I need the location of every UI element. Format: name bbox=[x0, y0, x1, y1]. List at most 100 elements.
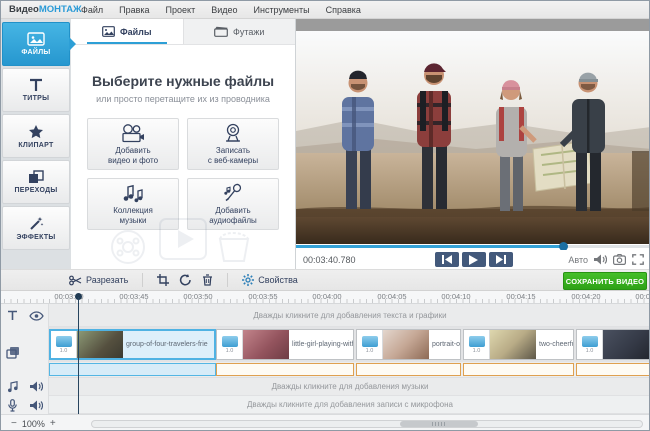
zoom-out-button[interactable]: − bbox=[11, 418, 17, 429]
music-track-gutter bbox=[1, 377, 49, 396]
voice-track[interactable]: Дважды кликните для добавления записи с … bbox=[49, 396, 650, 414]
auto-size-toggle[interactable]: Авто bbox=[568, 255, 588, 265]
crop-button[interactable] bbox=[157, 274, 169, 286]
tab-footage[interactable]: Футажи bbox=[184, 19, 296, 44]
clip-2[interactable]: 1.0 little-girl-playing-with-pupp bbox=[216, 329, 354, 360]
panel-heading: Выберите нужные файлы bbox=[71, 73, 295, 89]
menu-video[interactable]: Видео bbox=[203, 5, 245, 15]
clip-3-audio-strip[interactable] bbox=[356, 363, 461, 376]
clip-2-thumbnail bbox=[243, 330, 289, 359]
playback-controls: 00:03:40.780 Авто bbox=[296, 250, 650, 269]
clip-3-transition[interactable]: 1.0 bbox=[357, 330, 383, 359]
menu-edit[interactable]: Правка bbox=[111, 5, 157, 15]
zoom-in-button[interactable]: + bbox=[50, 418, 56, 429]
clip-2-audio-strip[interactable] bbox=[216, 363, 354, 376]
properties-button[interactable]: Свойства bbox=[242, 274, 298, 286]
transitions-icon bbox=[28, 170, 44, 184]
clip-5-thumbnail bbox=[603, 330, 649, 359]
movie-camera-icon bbox=[120, 123, 146, 143]
voice-track-gutter bbox=[1, 396, 49, 414]
timeline-ruler[interactable]: 00:03:40 00:03:45 00:03:50 00:03:55 00:0… bbox=[1, 291, 650, 304]
sidebar-item-transitions[interactable]: ПЕРЕХОДЫ bbox=[2, 160, 70, 204]
rotate-button[interactable] bbox=[179, 274, 192, 286]
app-window: ВидеоМОНТАЖ Файл Правка Проект Видео Инс… bbox=[0, 0, 650, 431]
text-track-gutter bbox=[1, 304, 49, 327]
menu-bar: ВидеоМОНТАЖ Файл Правка Проект Видео Инс… bbox=[1, 1, 650, 19]
clip-1-transition[interactable]: 1.0 bbox=[51, 331, 77, 358]
timeline: 00:03:40 00:03:45 00:03:50 00:03:55 00:0… bbox=[1, 291, 650, 431]
magic-wand-icon bbox=[28, 216, 44, 231]
music-track-mute-toggle[interactable] bbox=[25, 381, 49, 392]
add-video-photo-button[interactable]: Добавитьвидео и фото bbox=[87, 118, 179, 170]
clip-4-transition[interactable]: 1.0 bbox=[464, 330, 490, 359]
image-icon bbox=[102, 26, 115, 37]
clip-5-audio-strip[interactable] bbox=[576, 363, 650, 376]
edit-toolbar: Разрезать Свойства СОХРАНИТЬ ВИДЕО bbox=[1, 269, 650, 291]
transition-icon bbox=[582, 336, 598, 347]
menu-project[interactable]: Проект bbox=[158, 5, 204, 15]
transition-icon bbox=[469, 336, 485, 347]
text-track-icon bbox=[1, 310, 25, 321]
clip-5[interactable]: 1.0 bbox=[576, 329, 650, 360]
snapshot-icon[interactable] bbox=[613, 254, 626, 265]
sidebar-item-titles[interactable]: ТИТРЫ bbox=[2, 68, 70, 112]
text-icon bbox=[28, 78, 44, 92]
text-track-visibility-toggle[interactable] bbox=[25, 311, 49, 321]
menu-file[interactable]: Файл bbox=[73, 5, 111, 15]
webcam-icon bbox=[222, 123, 244, 143]
preview-letterbox bbox=[296, 19, 650, 31]
text-track[interactable]: Дважды кликните для добавления текста и … bbox=[49, 304, 650, 327]
clip-4-audio-strip[interactable] bbox=[463, 363, 574, 376]
image-icon bbox=[27, 32, 45, 46]
clip-4-thumbnail bbox=[490, 330, 536, 359]
panel-subheading: или просто перетащите их из проводника bbox=[71, 94, 295, 104]
sidebar-item-effects[interactable]: ЭФФЕКТЫ bbox=[2, 206, 70, 250]
sidebar-item-clipart[interactable]: КЛИПАРТ bbox=[2, 114, 70, 158]
panel-watermark bbox=[98, 213, 268, 265]
voice-track-icon bbox=[1, 399, 25, 412]
zoom-level: 100% bbox=[22, 419, 45, 429]
timeline-scrollbar-thumb[interactable] bbox=[400, 421, 478, 427]
files-panel: Файлы Футажи Выберите нужные файлы или п… bbox=[71, 19, 296, 269]
music-notes-icon bbox=[121, 183, 145, 203]
volume-icon[interactable] bbox=[594, 254, 607, 265]
transition-icon bbox=[362, 336, 378, 347]
music-track-icon bbox=[1, 381, 25, 393]
video-track-gutter bbox=[1, 327, 49, 377]
timecode: 00:03:40.780 bbox=[303, 255, 356, 265]
transition-icon bbox=[56, 336, 72, 347]
microphone-icon bbox=[221, 183, 245, 203]
prev-frame-button[interactable] bbox=[435, 252, 459, 267]
music-track[interactable]: Дважды кликните для добавления музыки bbox=[49, 377, 650, 396]
record-webcam-button[interactable]: Записатьс веб-камеры bbox=[187, 118, 279, 170]
cut-button[interactable]: Разрезать bbox=[69, 275, 128, 286]
video-track-icon bbox=[1, 346, 25, 359]
play-button[interactable] bbox=[462, 252, 486, 267]
sidebar: ФАЙЛЫ ТИТРЫ КЛИПАРТ ПЕРЕХОДЫ ЭФФЕКТЫ bbox=[1, 19, 71, 269]
clip-2-transition[interactable]: 1.0 bbox=[217, 330, 243, 359]
next-frame-button[interactable] bbox=[489, 252, 513, 267]
star-icon bbox=[28, 124, 44, 139]
menu-tools[interactable]: Инструменты bbox=[246, 5, 318, 15]
save-video-button[interactable]: СОХРАНИТЬ ВИДЕО bbox=[563, 272, 647, 290]
clip-3[interactable]: 1.0 portrait-o bbox=[356, 329, 461, 360]
fullscreen-icon[interactable] bbox=[632, 254, 644, 265]
clip-5-transition[interactable]: 1.0 bbox=[577, 330, 603, 359]
voice-track-mute-toggle[interactable] bbox=[25, 400, 49, 411]
transition-icon bbox=[222, 336, 238, 347]
preview-pane: 00:03:40.780 Авто bbox=[296, 19, 650, 269]
menu-help[interactable]: Справка bbox=[318, 5, 369, 15]
gear-icon bbox=[242, 274, 254, 286]
playhead[interactable] bbox=[75, 293, 82, 414]
scissors-icon bbox=[69, 275, 82, 286]
preview-video bbox=[296, 31, 650, 244]
delete-button[interactable] bbox=[202, 274, 213, 286]
clip-4[interactable]: 1.0 two-cheerful bbox=[463, 329, 574, 360]
clip-1-thumbnail bbox=[77, 331, 123, 358]
panel-tabs: Файлы Футажи bbox=[71, 19, 295, 45]
timeline-scrollbar[interactable] bbox=[91, 420, 643, 428]
clapperboard-icon bbox=[214, 26, 228, 37]
tab-files[interactable]: Файлы bbox=[71, 19, 184, 44]
sidebar-item-files[interactable]: ФАЙЛЫ bbox=[2, 22, 70, 66]
seek-progress bbox=[296, 245, 563, 248]
